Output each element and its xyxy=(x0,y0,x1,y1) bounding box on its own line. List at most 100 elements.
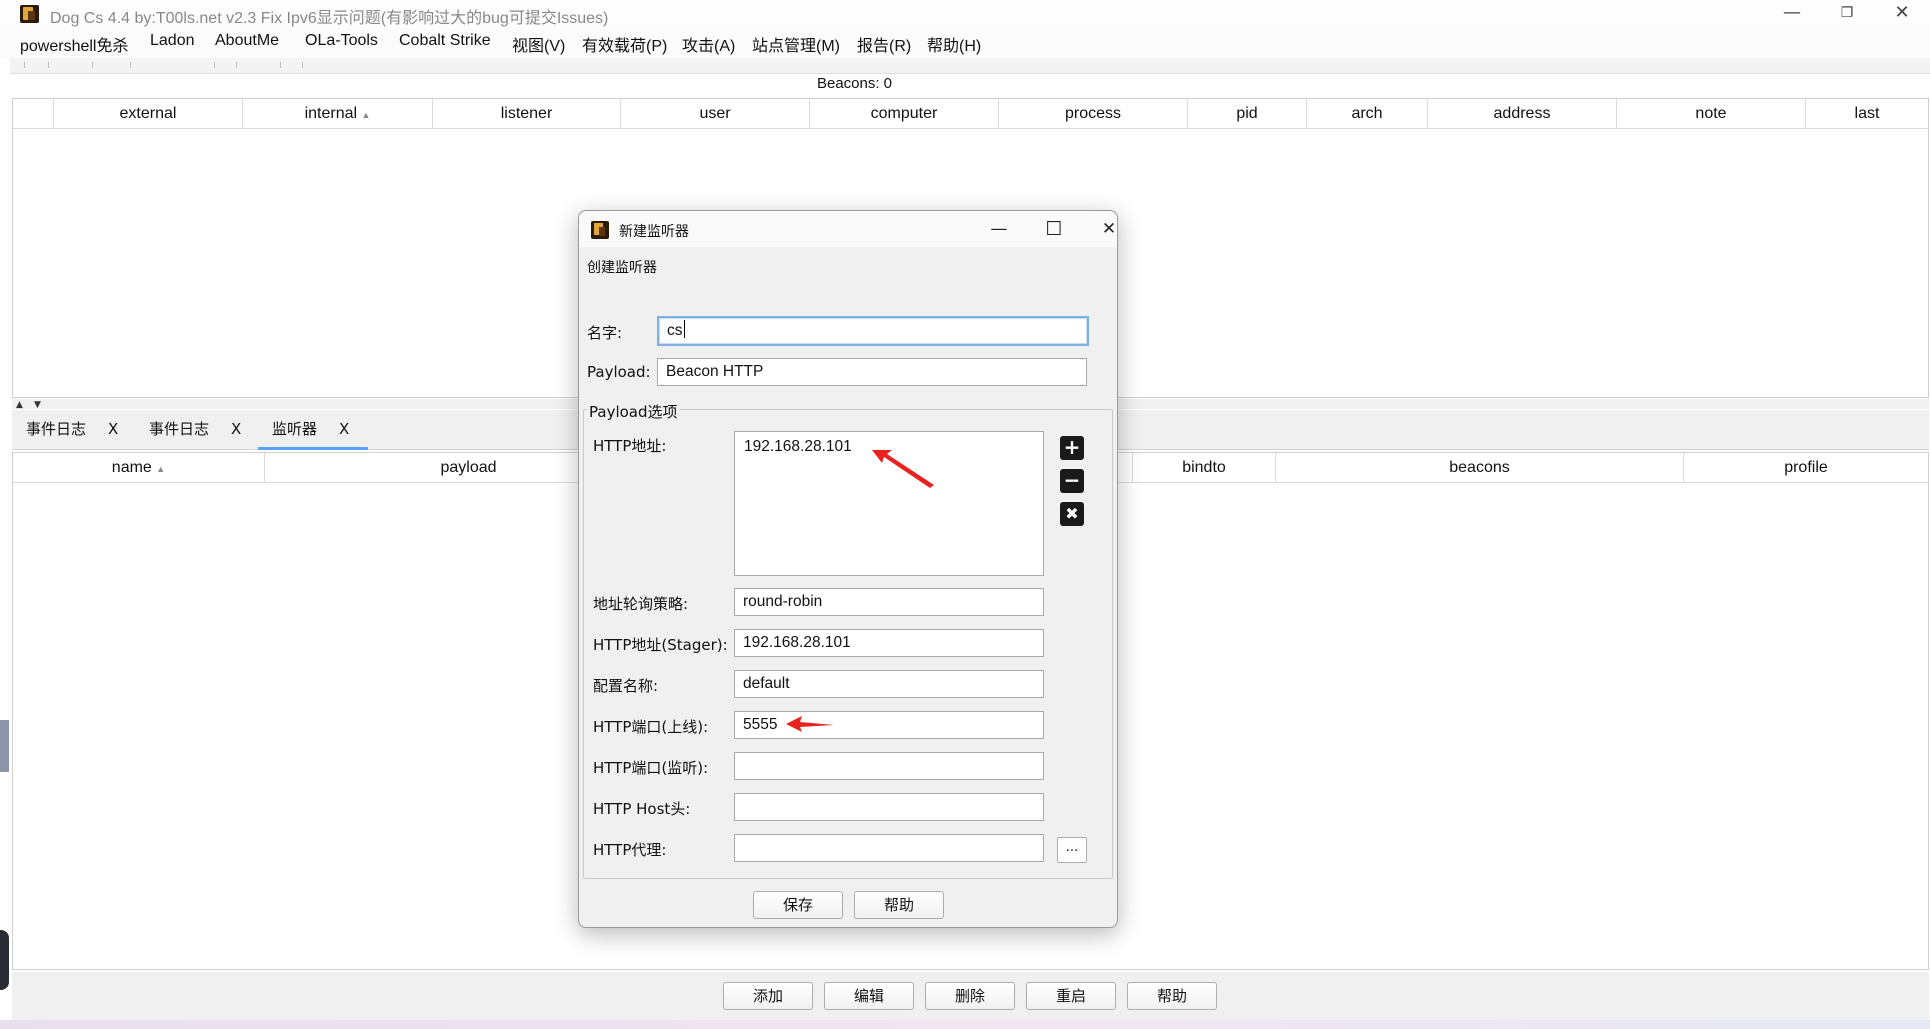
sort-ascending-icon: ▲ xyxy=(156,464,166,474)
dialog-title: 新建监听器 xyxy=(619,224,689,240)
desktop-edge-decoration xyxy=(0,720,9,772)
column-header-process[interactable]: process xyxy=(999,99,1188,128)
column-header-arch[interactable]: arch xyxy=(1307,99,1428,128)
new-listener-dialog: 新建监听器 — ☐ ✕ 创建监听器 名字: cs Payload: Beacon… xyxy=(578,210,1118,928)
host-header-label: HTTP Host头: xyxy=(593,800,691,818)
stager-host-input[interactable]: 192.168.28.101 xyxy=(734,629,1044,657)
column-header-listener[interactable]: listener xyxy=(433,99,621,128)
tab-close-button[interactable]: X xyxy=(231,420,241,438)
column-header-label: internal xyxy=(304,105,358,122)
http-proxy-input[interactable] xyxy=(734,834,1044,862)
http-proxy-label: HTTP代理: xyxy=(593,841,667,859)
annotation-arrow-icon xyxy=(872,450,934,488)
dialog-help-button[interactable]: 帮助 xyxy=(854,891,944,919)
listener-name-input[interactable]: cs xyxy=(657,316,1089,346)
add-listener-button[interactable]: 添加 xyxy=(723,982,813,1010)
dialog-close-button[interactable]: ✕ xyxy=(1089,217,1129,243)
payload-label: Payload: xyxy=(587,363,651,381)
stager-host-label: HTTP地址(Stager): xyxy=(593,636,728,654)
column-header-profile[interactable]: profile xyxy=(1684,453,1928,482)
menu-help[interactable]: 帮助(H) xyxy=(927,32,981,56)
column-header-external[interactable]: external xyxy=(54,99,243,128)
menu-site-management[interactable]: 站点管理(M) xyxy=(752,32,840,56)
tab-label: 事件日志 xyxy=(26,420,87,438)
column-header-note[interactable]: note xyxy=(1617,99,1806,128)
active-tab-indicator xyxy=(258,447,368,450)
restart-listener-button[interactable]: 重启 xyxy=(1026,982,1116,1010)
column-header-pid[interactable]: pid xyxy=(1188,99,1307,128)
annotation-arrow-icon xyxy=(786,716,834,732)
beacons-count-label: Beacons: 0 xyxy=(816,75,893,92)
profile-label: 配置名称: xyxy=(593,677,659,695)
taskbar-edge xyxy=(0,1020,1930,1029)
profile-input[interactable]: default xyxy=(734,670,1044,698)
http-port-input[interactable]: 5555 xyxy=(734,711,1044,739)
column-header-blank[interactable] xyxy=(13,99,54,128)
menu-powershell[interactable]: powershell免杀 xyxy=(20,32,129,56)
tab-label: 事件日志 xyxy=(149,420,210,438)
menu-ola-tools[interactable]: OLa-Tools xyxy=(305,32,378,50)
column-header-user[interactable]: user xyxy=(621,99,810,128)
tab-event-log-1[interactable]: 事件日志 X xyxy=(26,418,118,448)
bind-port-input[interactable] xyxy=(734,752,1044,780)
tab-close-button[interactable]: X xyxy=(108,420,118,438)
listener-name-value: cs xyxy=(667,322,683,339)
tab-label: 监听器 xyxy=(272,420,318,438)
restore-window-button[interactable]: ❐ xyxy=(1825,2,1869,26)
column-header-address[interactable]: address xyxy=(1428,99,1617,128)
menu-reports[interactable]: 报告(R) xyxy=(857,32,911,56)
collapse-down-icon[interactable]: ▼ xyxy=(34,400,41,410)
payload-select[interactable]: Beacon HTTP xyxy=(657,358,1087,386)
x-icon: ✖ xyxy=(1065,504,1079,523)
column-header-last[interactable]: last xyxy=(1806,99,1928,128)
tab-listeners[interactable]: 监听器 X xyxy=(272,418,349,448)
app-logo-icon xyxy=(20,5,39,23)
name-label: 名字: xyxy=(587,324,623,342)
dialog-subtitle: 创建监听器 xyxy=(587,260,657,276)
sort-ascending-icon: ▲ xyxy=(361,110,371,120)
http-hosts-label: HTTP地址: xyxy=(593,437,667,455)
minus-icon: − xyxy=(1063,468,1081,492)
http-port-label: HTTP端口(上线): xyxy=(593,718,709,736)
add-host-button[interactable]: + xyxy=(1060,436,1084,460)
remove-host-button[interactable]: − xyxy=(1060,469,1084,493)
menu-payloads[interactable]: 有效载荷(P) xyxy=(582,32,667,56)
delete-listener-button[interactable]: 删除 xyxy=(925,982,1015,1010)
host-header-input[interactable] xyxy=(734,793,1044,821)
help-button[interactable]: 帮助 xyxy=(1127,982,1217,1010)
dialog-minimize-button[interactable]: — xyxy=(979,217,1019,243)
dialog-maximize-button[interactable]: ☐ xyxy=(1034,217,1074,243)
collapse-up-icon[interactable]: ▲ xyxy=(16,400,23,410)
edit-listener-button[interactable]: 编辑 xyxy=(824,982,914,1010)
window-titlebar: Dog Cs 4.4 by:T00ls.net v2.3 Fix Ipv6显示问… xyxy=(0,0,1930,27)
minimize-window-button[interactable]: — xyxy=(1770,2,1814,26)
toolbar xyxy=(10,58,1930,74)
proxy-settings-button[interactable]: ... xyxy=(1057,837,1087,863)
column-header-computer[interactable]: computer xyxy=(810,99,999,128)
menu-attacks[interactable]: 攻击(A) xyxy=(682,32,735,56)
menu-bar: powershell免杀 Ladon AboutMe OLa-Tools Cob… xyxy=(0,28,1930,58)
menu-cobalt-strike[interactable]: Cobalt Strike xyxy=(399,32,491,50)
menu-ladon[interactable]: Ladon xyxy=(150,32,195,50)
window-title: Dog Cs 4.4 by:T00ls.net v2.3 Fix Ipv6显示问… xyxy=(50,10,609,27)
close-window-button[interactable]: ✕ xyxy=(1880,2,1924,26)
rotate-strategy-select[interactable]: round-robin xyxy=(734,588,1044,616)
column-header-name[interactable]: name ▲ xyxy=(13,453,265,482)
column-header-bindto[interactable]: bindto xyxy=(1133,453,1276,482)
clear-hosts-button[interactable]: ✖ xyxy=(1060,502,1084,526)
rotate-strategy-label: 地址轮询策略: xyxy=(593,595,689,613)
save-button[interactable]: 保存 xyxy=(753,891,843,919)
payload-options-title: Payload选项 xyxy=(587,401,680,422)
plus-icon: + xyxy=(1063,435,1081,459)
text-cursor xyxy=(683,320,685,338)
listener-actions-bar: 添加 编辑 删除 重启 帮助 xyxy=(12,972,1929,1020)
tab-event-log-2[interactable]: 事件日志 X xyxy=(149,418,241,448)
dialog-titlebar[interactable]: 新建监听器 — ☐ ✕ xyxy=(579,211,1117,247)
column-header-beacons[interactable]: beacons xyxy=(1276,453,1684,482)
menu-view[interactable]: 视图(V) xyxy=(512,32,565,56)
annotation-arrow-shape xyxy=(786,716,834,732)
tab-close-button[interactable]: X xyxy=(339,420,349,438)
column-header-internal[interactable]: internal ▲ xyxy=(243,99,433,128)
annotation-arrow-shape xyxy=(872,450,934,488)
menu-aboutme[interactable]: AboutMe xyxy=(215,32,279,50)
